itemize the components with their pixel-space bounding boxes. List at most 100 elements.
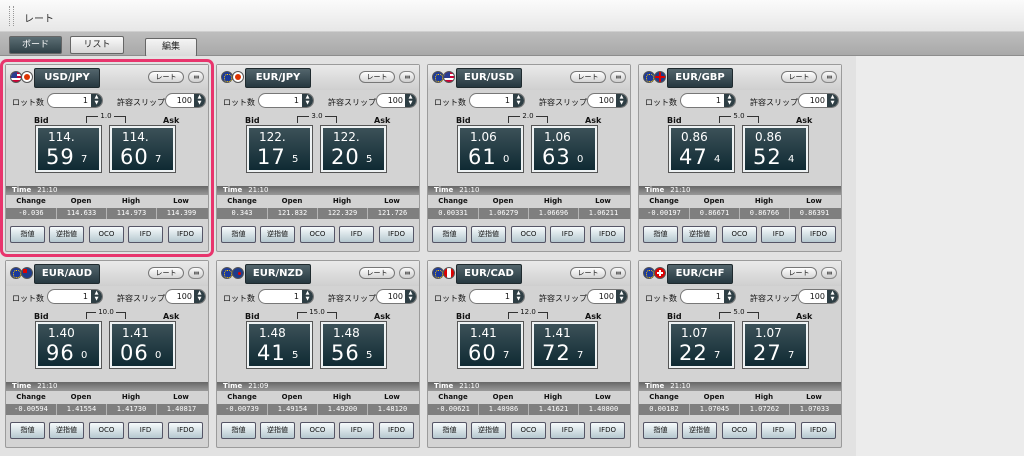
stepper-arrows-icon[interactable]: ▲ ▼ xyxy=(616,94,627,107)
slippage-stepper[interactable]: 100 ▲ ▼ xyxy=(165,289,206,304)
slippage-stepper[interactable]: 100 ▲ ▼ xyxy=(798,93,839,108)
limit-order-button[interactable]: 指値 xyxy=(221,226,256,243)
edit-button[interactable]: 編集 xyxy=(145,38,197,57)
stop-order-button[interactable]: 逆指値 xyxy=(682,226,717,243)
rate-button[interactable]: レート xyxy=(359,71,395,83)
ask-quote-button[interactable]: 114. 60 7 xyxy=(109,125,176,173)
lot-stepper[interactable]: 1 ▲ ▼ xyxy=(258,93,314,108)
stepper-arrows-icon[interactable]: ▲ ▼ xyxy=(513,94,524,107)
bid-quote-button[interactable]: 122. 17 5 xyxy=(246,125,313,173)
board-view-button[interactable]: ボード xyxy=(9,36,62,54)
lot-stepper[interactable]: 1 ▲ ▼ xyxy=(47,93,103,108)
pause-toggle-icon[interactable]: ⏸⏸ xyxy=(399,71,415,83)
pause-toggle-icon[interactable]: ⏸⏸ xyxy=(821,267,837,279)
ifdo-order-button[interactable]: IFDO xyxy=(590,226,625,243)
pause-toggle-icon[interactable]: ⏸⏸ xyxy=(399,267,415,279)
oco-order-button[interactable]: OCO xyxy=(511,226,546,243)
slippage-stepper[interactable]: 100 ▲ ▼ xyxy=(376,289,417,304)
oco-order-button[interactable]: OCO xyxy=(300,226,335,243)
pause-toggle-icon[interactable]: ⏸⏸ xyxy=(188,71,204,83)
stepper-arrows-icon[interactable]: ▲ ▼ xyxy=(194,290,205,303)
ifd-order-button[interactable]: IFD xyxy=(761,226,796,243)
stepper-arrows-icon[interactable]: ▲ ▼ xyxy=(194,94,205,107)
stop-order-button[interactable]: 逆指値 xyxy=(260,422,295,439)
ifd-order-button[interactable]: IFD xyxy=(550,422,585,439)
rate-button[interactable]: レート xyxy=(148,267,184,279)
ask-quote-button[interactable]: 1.07 27 7 xyxy=(742,321,809,369)
ifdo-order-button[interactable]: IFDO xyxy=(168,422,203,439)
pause-toggle-icon[interactable]: ⏸⏸ xyxy=(610,267,626,279)
oco-order-button[interactable]: OCO xyxy=(722,422,757,439)
lot-stepper[interactable]: 1 ▲ ▼ xyxy=(469,289,525,304)
bid-quote-button[interactable]: 1.07 22 7 xyxy=(668,321,735,369)
limit-order-button[interactable]: 指値 xyxy=(643,422,678,439)
pause-toggle-icon[interactable]: ⏸⏸ xyxy=(610,71,626,83)
ifdo-order-button[interactable]: IFDO xyxy=(379,422,414,439)
ifdo-order-button[interactable]: IFDO xyxy=(801,422,836,439)
list-view-button[interactable]: リスト xyxy=(70,36,124,54)
slippage-stepper[interactable]: 100 ▲ ▼ xyxy=(798,289,839,304)
ifd-order-button[interactable]: IFD xyxy=(339,226,374,243)
stepper-arrows-icon[interactable]: ▲ ▼ xyxy=(302,290,313,303)
stepper-arrows-icon[interactable]: ▲ ▼ xyxy=(91,290,102,303)
ifd-order-button[interactable]: IFD xyxy=(550,226,585,243)
rate-button[interactable]: レート xyxy=(359,267,395,279)
ask-quote-button[interactable]: 0.86 52 4 xyxy=(742,125,809,173)
lot-stepper[interactable]: 1 ▲ ▼ xyxy=(258,289,314,304)
bid-quote-button[interactable]: 1.41 60 7 xyxy=(457,321,524,369)
oco-order-button[interactable]: OCO xyxy=(722,226,757,243)
stepper-arrows-icon[interactable]: ▲ ▼ xyxy=(827,94,838,107)
limit-order-button[interactable]: 指値 xyxy=(643,226,678,243)
rate-button[interactable]: レート xyxy=(570,267,606,279)
stop-order-button[interactable]: 逆指値 xyxy=(260,226,295,243)
rate-button[interactable]: レート xyxy=(781,267,817,279)
limit-order-button[interactable]: 指値 xyxy=(10,422,45,439)
rate-button[interactable]: レート xyxy=(570,71,606,83)
ifdo-order-button[interactable]: IFDO xyxy=(379,226,414,243)
slippage-stepper[interactable]: 100 ▲ ▼ xyxy=(376,93,417,108)
limit-order-button[interactable]: 指値 xyxy=(432,226,467,243)
limit-order-button[interactable]: 指値 xyxy=(432,422,467,439)
bid-quote-button[interactable]: 1.06 61 0 xyxy=(457,125,524,173)
slippage-stepper[interactable]: 100 ▲ ▼ xyxy=(587,93,628,108)
limit-order-button[interactable]: 指値 xyxy=(10,226,45,243)
ifdo-order-button[interactable]: IFDO xyxy=(590,422,625,439)
bid-quote-button[interactable]: 1.48 41 5 xyxy=(246,321,313,369)
stepper-arrows-icon[interactable]: ▲ ▼ xyxy=(724,94,735,107)
ifd-order-button[interactable]: IFD xyxy=(339,422,374,439)
ask-quote-button[interactable]: 1.06 63 0 xyxy=(531,125,598,173)
stepper-arrows-icon[interactable]: ▲ ▼ xyxy=(405,290,416,303)
drag-handle-icon[interactable] xyxy=(9,6,14,26)
oco-order-button[interactable]: OCO xyxy=(511,422,546,439)
stop-order-button[interactable]: 逆指値 xyxy=(49,422,84,439)
slippage-stepper[interactable]: 100 ▲ ▼ xyxy=(587,289,628,304)
pause-toggle-icon[interactable]: ⏸⏸ xyxy=(188,267,204,279)
stop-order-button[interactable]: 逆指値 xyxy=(682,422,717,439)
stop-order-button[interactable]: 逆指値 xyxy=(49,226,84,243)
pause-toggle-icon[interactable]: ⏸⏸ xyxy=(821,71,837,83)
stepper-arrows-icon[interactable]: ▲ ▼ xyxy=(827,290,838,303)
ifd-order-button[interactable]: IFD xyxy=(128,422,163,439)
lot-stepper[interactable]: 1 ▲ ▼ xyxy=(469,93,525,108)
stop-order-button[interactable]: 逆指値 xyxy=(471,422,506,439)
stepper-arrows-icon[interactable]: ▲ ▼ xyxy=(91,94,102,107)
oco-order-button[interactable]: OCO xyxy=(89,422,124,439)
bid-quote-button[interactable]: 114. 59 7 xyxy=(35,125,102,173)
stepper-arrows-icon[interactable]: ▲ ▼ xyxy=(616,290,627,303)
lot-stepper[interactable]: 1 ▲ ▼ xyxy=(680,93,736,108)
ask-quote-button[interactable]: 122. 20 5 xyxy=(320,125,387,173)
stepper-arrows-icon[interactable]: ▲ ▼ xyxy=(724,290,735,303)
stop-order-button[interactable]: 逆指値 xyxy=(471,226,506,243)
bid-quote-button[interactable]: 0.86 47 4 xyxy=(668,125,735,173)
ifd-order-button[interactable]: IFD xyxy=(761,422,796,439)
lot-stepper[interactable]: 1 ▲ ▼ xyxy=(47,289,103,304)
oco-order-button[interactable]: OCO xyxy=(89,226,124,243)
rate-button[interactable]: レート xyxy=(148,71,184,83)
lot-stepper[interactable]: 1 ▲ ▼ xyxy=(680,289,736,304)
stepper-arrows-icon[interactable]: ▲ ▼ xyxy=(302,94,313,107)
ifdo-order-button[interactable]: IFDO xyxy=(801,226,836,243)
oco-order-button[interactable]: OCO xyxy=(300,422,335,439)
ifdo-order-button[interactable]: IFDO xyxy=(168,226,203,243)
stepper-arrows-icon[interactable]: ▲ ▼ xyxy=(405,94,416,107)
stepper-arrows-icon[interactable]: ▲ ▼ xyxy=(513,290,524,303)
